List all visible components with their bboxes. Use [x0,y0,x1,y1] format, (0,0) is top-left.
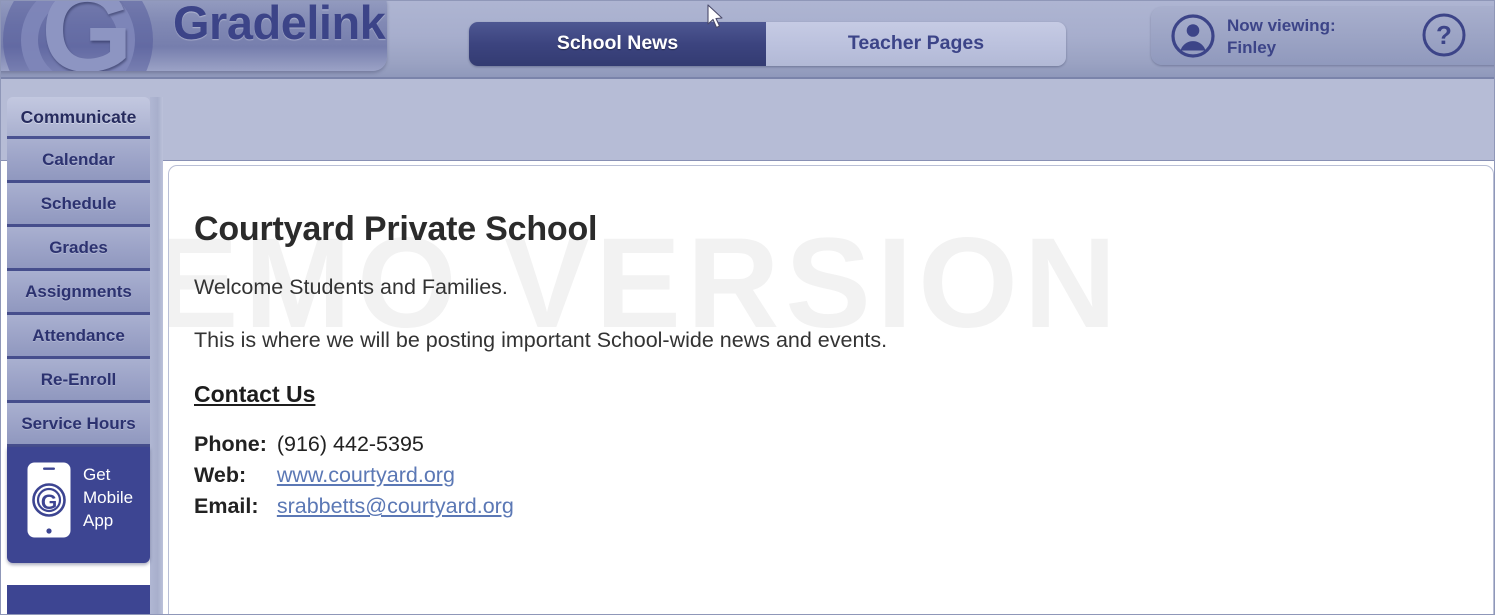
website-link[interactable]: www.courtyard.org [277,463,455,487]
now-viewing-text: Now viewing: Finley [1227,15,1336,59]
sidebar-item-calendar[interactable]: Calendar [7,139,150,183]
svg-text:?: ? [1436,20,1452,50]
now-viewing-label: Now viewing: [1227,16,1336,35]
main-content-panel: EMO VERSION Courtyard Private School Wel… [168,165,1494,614]
left-sidebar-nav: Communicate Calendar Schedule Grades Ass… [7,97,150,563]
logo-g-mark: G [41,0,133,71]
contact-label-email: Email: [194,494,259,518]
mobile-app-line-1: Get [83,465,111,484]
contact-details-table: Phone: (916) 442-5395 Web: www.courtyard… [194,432,514,525]
now-viewing-panel[interactable]: Now viewing: Finley ? [1151,7,1494,65]
get-mobile-app-button[interactable]: G Get Mobile App [7,447,150,563]
sidebar-item-schedule[interactable]: Schedule [7,183,150,227]
now-viewing-student-name: Finley [1227,38,1277,57]
gradelink-logo[interactable]: G Gradelink [1,0,387,71]
sidebar-rail-divider [150,97,163,614]
mobile-app-line-3: App [83,511,114,530]
contact-label-web: Web: [194,463,247,487]
content-body: Courtyard Private School Welcome Student… [169,166,1493,525]
sidebar-section-communicate[interactable]: Communicate [7,97,150,139]
table-row: Phone: (916) 442-5395 [194,432,514,463]
user-avatar-icon [1171,14,1215,58]
sidebar-item-grades[interactable]: Grades [7,227,150,271]
page-title: Courtyard Private School [194,210,598,248]
sidebar-item-service-hours[interactable]: Service Hours [7,403,150,447]
contact-value-phone: (916) 442-5395 [276,432,424,456]
secondary-header-band [1,79,1494,161]
contact-label-phone: Phone: [194,432,267,456]
main-tab-group: School News Teacher Pages [469,22,1066,66]
question-mark-help-icon[interactable]: ? [1421,12,1467,58]
mobile-phone-icon: G [27,462,71,538]
sidebar-item-attendance[interactable]: Attendance [7,315,150,359]
table-row: Email: srabbetts@courtyard.org [194,494,514,525]
sidebar-item-assignments[interactable]: Assignments [7,271,150,315]
welcome-paragraph: Welcome Students and Families. [194,275,508,299]
sidebar-item-re-enroll[interactable]: Re-Enroll [7,359,150,403]
contact-us-heading: Contact Us [194,381,316,407]
tab-school-news[interactable]: School News [469,22,766,66]
table-row: Web: www.courtyard.org [194,463,514,494]
news-description-paragraph: This is where we will be posting importa… [194,328,888,352]
sidebar-bottom-fill [7,585,150,614]
mobile-app-line-2: Mobile [83,488,134,507]
tab-teacher-pages[interactable]: Teacher Pages [766,22,1066,66]
contact-value-email: srabbetts@courtyard.org [277,494,514,525]
top-header-bar: G Gradelink School News Teacher Pages No… [1,1,1494,79]
get-mobile-app-label: Get Mobile App [83,463,133,532]
gradelink-app-window: G Gradelink School News Teacher Pages No… [0,0,1495,615]
logo-wordmark: Gradelink [173,0,386,49]
svg-text:G: G [41,491,57,514]
contact-value-web: www.courtyard.org [277,463,514,494]
email-link[interactable]: srabbetts@courtyard.org [277,494,514,518]
